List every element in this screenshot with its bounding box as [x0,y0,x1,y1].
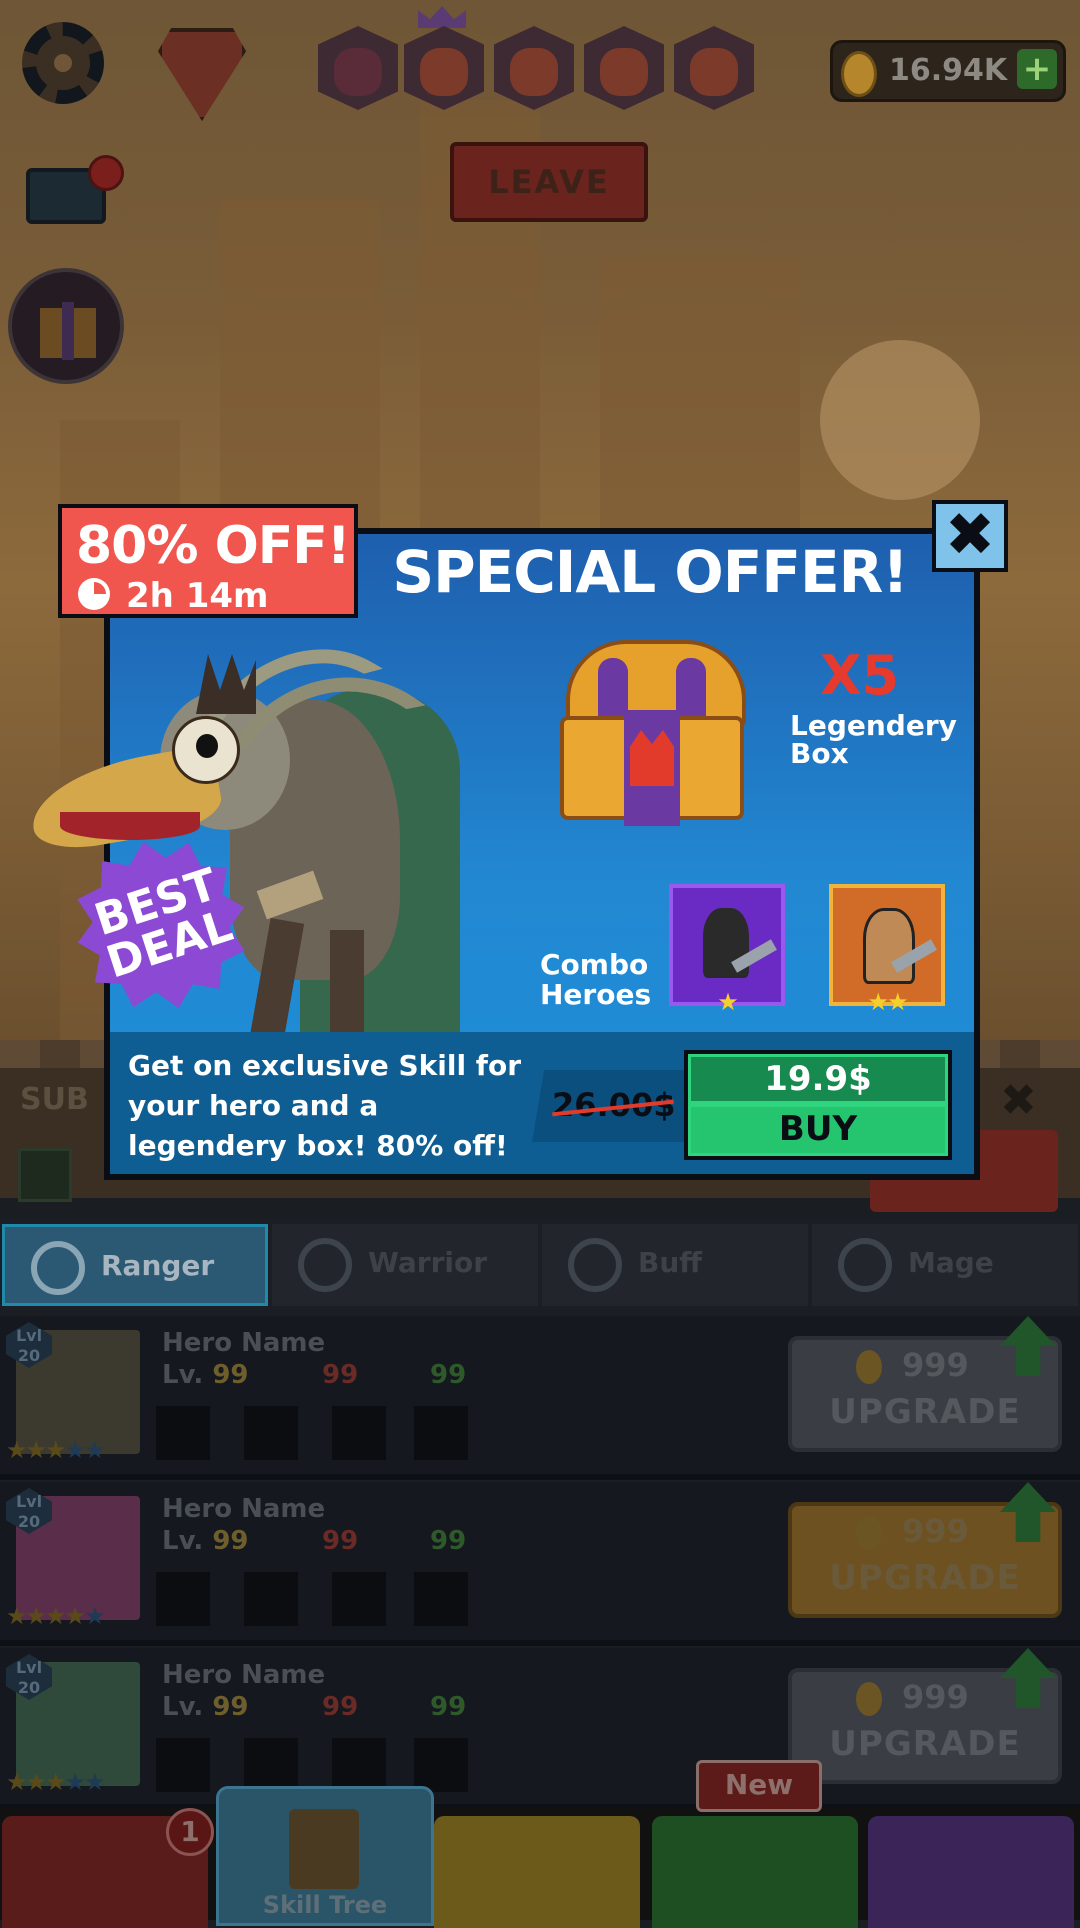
upgrade-label: UPGRADE [829,1392,1021,1432]
sub-label: SUB [20,1082,89,1117]
coin-counter: 16.94K + [830,40,1066,102]
offer-timer: 2h 14m [126,576,269,616]
coin-icon [856,1682,882,1716]
hero-stars: ★★★★★ [6,1768,106,1796]
offer-description: Get on exclusive Skill for your hero and… [128,1049,522,1162]
skill-slot[interactable] [156,1406,210,1460]
box-multiplier: X5 [820,644,900,707]
tab-warrior[interactable]: Warrior [272,1224,538,1306]
discount-banner: 80% OFF! 2h 14m [58,504,358,618]
skill-slot[interactable] [156,1738,210,1792]
popup-title: SPECIAL OFFER! [392,538,908,606]
hero-health: 99 [430,1360,467,1390]
buy-button[interactable]: 19.9$ BUY [684,1050,952,1160]
hero-level: Lv. 99 [162,1360,249,1390]
legendary-chest-icon [560,640,746,830]
hero-leg [330,930,364,1040]
tab-label: Buff [638,1246,702,1279]
wrench-icon [838,1238,892,1292]
hero-name: Hero Name [162,1494,326,1524]
notification-dot [88,155,124,191]
skill-slot[interactable] [414,1738,468,1792]
new-price: 19.9$ [688,1054,948,1104]
buy-label: BUY [688,1104,948,1156]
discount-label: 80% OFF! [76,516,351,576]
hero-health: 99 [430,1526,467,1556]
hero-pupil [196,734,218,758]
hero-row: Lvl 20 ★★★★★ Hero Name Lv. 99 99 99 999 … [0,1648,1080,1810]
coin-icon [856,1350,882,1384]
skill-slot[interactable] [332,1572,386,1626]
hero-stars: ★★★★★ [6,1436,106,1464]
nav-heroes-button[interactable] [434,1816,640,1928]
nav-gacha-button[interactable] [652,1816,858,1928]
tab-label: Mage [908,1246,994,1279]
hero-figure [863,908,915,984]
hero-card-orange: ★★ [829,884,945,1016]
new-tag: New [696,1760,822,1812]
skill-slot[interactable] [244,1738,298,1792]
hero-attack: 99 [322,1526,359,1556]
class-tabs: Ranger Warrior Buff Mage [0,1220,1080,1310]
coin-icon [856,1516,882,1550]
leave-button[interactable]: LEAVE [450,142,648,222]
tab-buff[interactable]: Buff [542,1224,808,1306]
upgrade-label: UPGRADE [829,1558,1021,1598]
hero-level: Lv. 99 [162,1526,249,1556]
sub-close-icon[interactable]: ✖ [1000,1075,1037,1126]
skill-slot[interactable] [332,1406,386,1460]
tab-label: Warrior [368,1246,488,1279]
skill-tree-label: Skill Tree [262,1891,388,1919]
hero-card-stars: ★ [717,988,739,1016]
clock-icon [78,578,110,610]
tab-ranger[interactable]: Ranger [2,1224,268,1306]
hero-level: Lv. 99 [162,1692,249,1722]
hero-attack: 99 [322,1692,359,1722]
nav-tickets-button[interactable] [868,1816,1074,1928]
auto-checkbox[interactable] [18,1148,72,1202]
skill-slot[interactable] [332,1738,386,1792]
skill-slot[interactable] [244,1572,298,1626]
tab-mage[interactable]: Mage [812,1224,1078,1306]
notification-badge: 1 [166,1808,214,1856]
skill-slot[interactable] [414,1572,468,1626]
coin-amount: 16.94K [889,53,1008,88]
upgrade-cost: 999 [902,1346,969,1384]
close-popup-button[interactable]: ✖ [932,500,1008,572]
upgrade-cost: 999 [902,1678,969,1716]
hero-stars: ★★★★★ [6,1602,106,1630]
box-label: Legendery Box [790,709,957,770]
coin-icon [841,51,877,97]
hero-attack: 99 [322,1360,359,1390]
hero-health: 99 [430,1692,467,1722]
hero-card-stars: ★★ [867,988,908,1016]
fist-icon [298,1238,352,1292]
skill-book-icon [289,1809,359,1889]
skill-slot[interactable] [414,1406,468,1460]
skill-slot[interactable] [156,1572,210,1626]
upgrade-label: UPGRADE [829,1724,1021,1764]
hero-card-purple: ★ [669,884,785,1016]
hero-name: Hero Name [162,1328,326,1358]
gift-icon[interactable] [8,268,124,384]
settings-gear-icon[interactable] [22,22,104,104]
upgrade-cost: 999 [902,1512,969,1550]
crosshair-icon [31,1241,85,1295]
hero-row: Lvl 20 ★★★★★ Hero Name Lv. 99 99 99 999 … [0,1316,1080,1480]
hero-mouth [60,812,200,840]
add-coins-plus-icon[interactable]: + [1017,49,1057,89]
nav-skill-tree-button[interactable]: Skill Tree [216,1786,434,1926]
skill-slot[interactable] [244,1406,298,1460]
tab-label: Ranger [101,1249,215,1282]
bottom-nav [0,1808,1080,1928]
hero-name: Hero Name [162,1660,326,1690]
hero-row: Lvl 20 ★★★★★ Hero Name Lv. 99 99 99 999 … [0,1482,1080,1646]
combo-heroes-label: Combo Heroes [540,948,652,1011]
wreath-icon [568,1238,622,1292]
